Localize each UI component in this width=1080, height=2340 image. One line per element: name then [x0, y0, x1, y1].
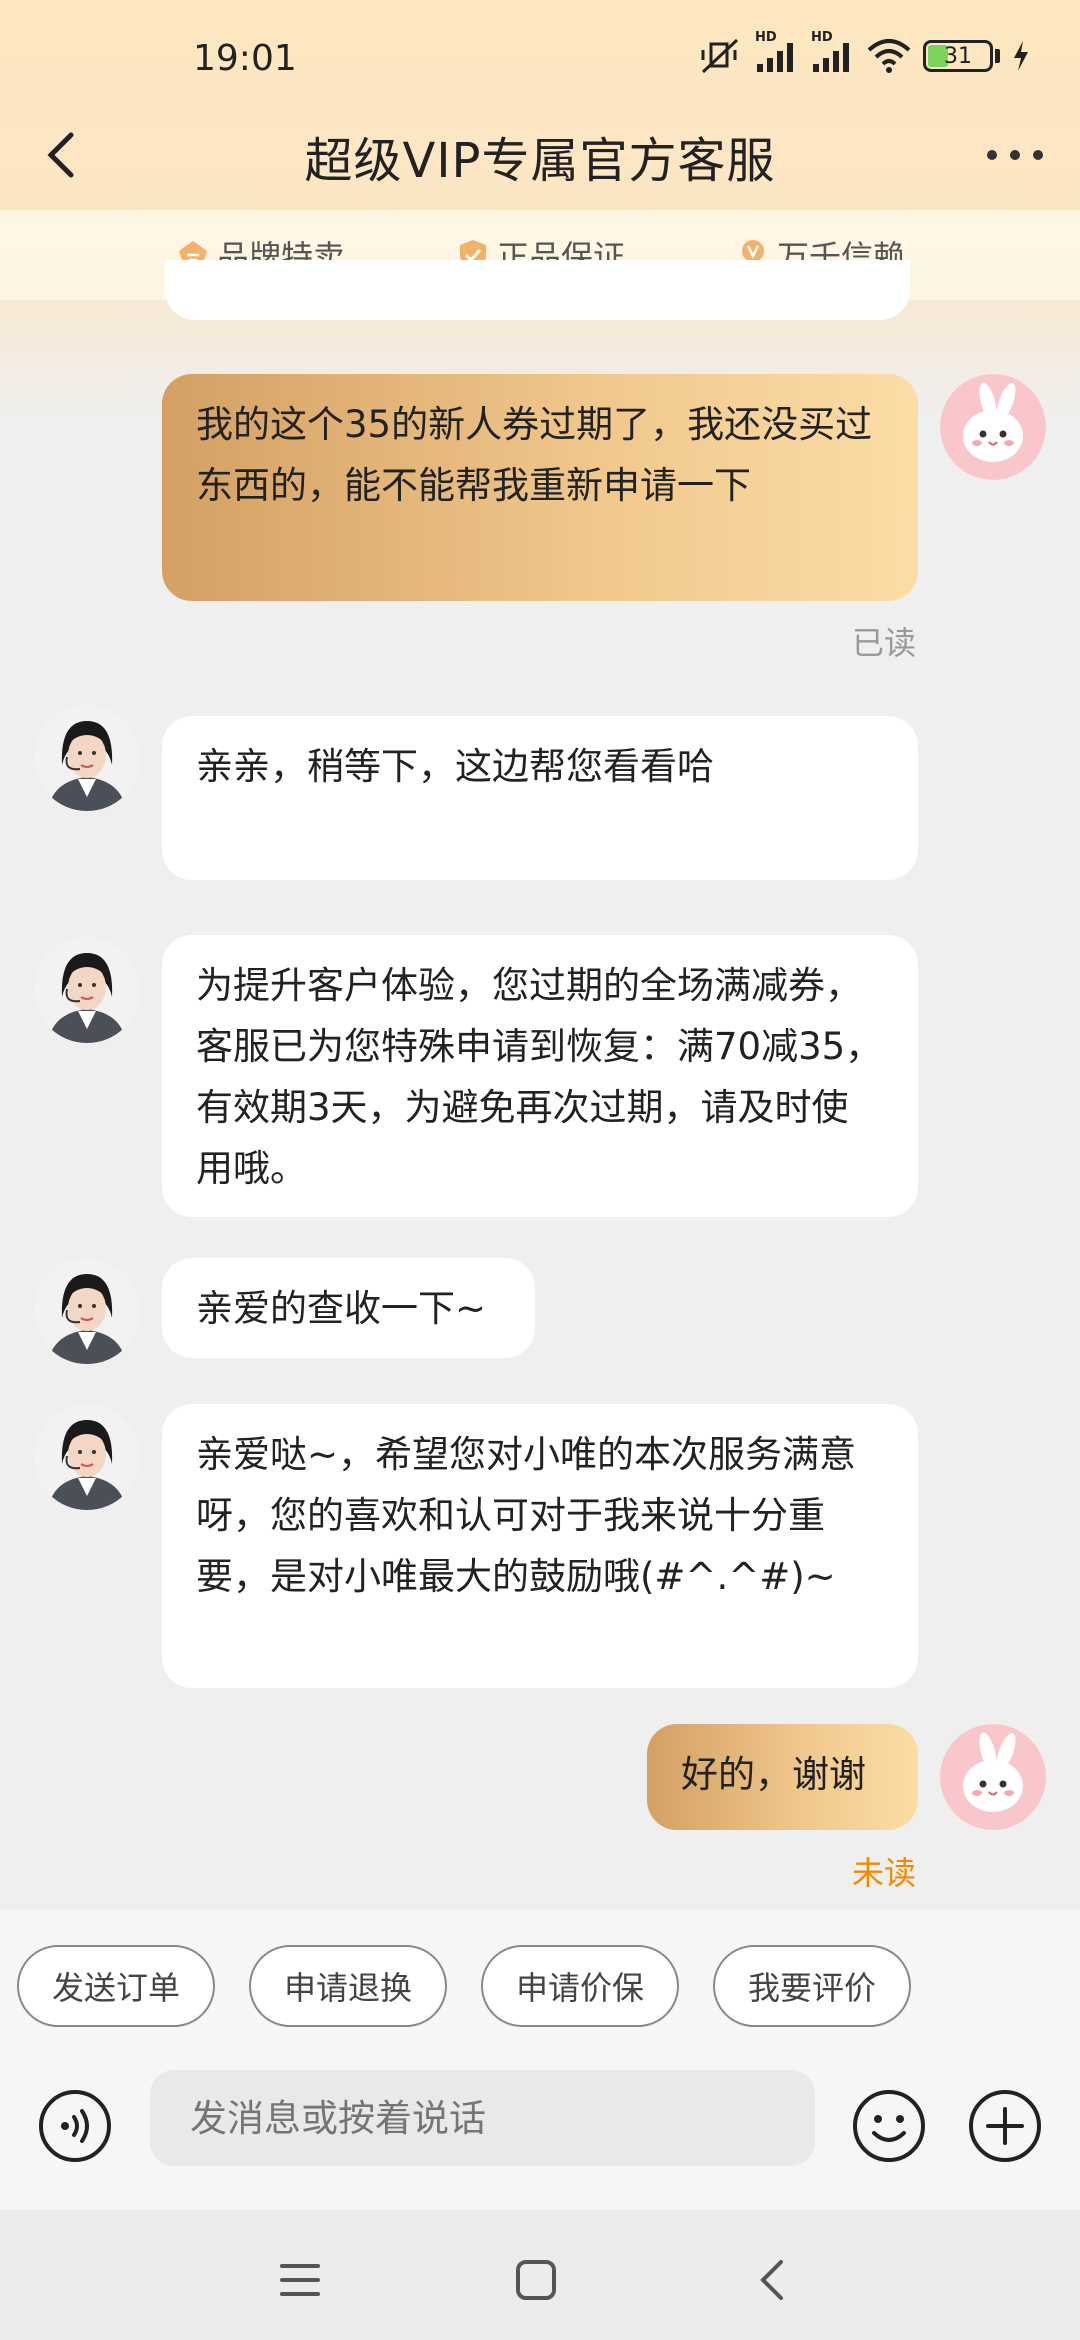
battery-tip — [995, 49, 1000, 63]
user-avatar[interactable] — [940, 1724, 1046, 1830]
unread-status: 未读 — [852, 1854, 917, 1892]
price-protection-button[interactable]: 申请价保 — [481, 1945, 679, 2027]
more-options-button[interactable] — [980, 125, 1050, 185]
agent-message-bubble[interactable]: 亲亲，稍等下，这边帮您看看哈 — [162, 716, 918, 880]
agent-message-bubble[interactable]: 为提升客户体验，您过期的全场满减券，客服已为您特殊申请到恢复：满70减35，有效… — [162, 935, 918, 1217]
apply-return-button[interactable]: 申请退换 — [249, 1945, 447, 2027]
voice-button[interactable] — [38, 2089, 112, 2163]
agent-avatar[interactable] — [34, 937, 140, 1043]
rate-service-button[interactable]: 我要评价 — [713, 1945, 911, 2027]
more-dots-icon — [987, 150, 1043, 160]
send-order-button[interactable]: 发送订单 — [17, 1945, 215, 2027]
smiley-icon — [853, 2090, 925, 2162]
previous-message-bubble — [165, 260, 910, 320]
message-input-bar — [0, 2060, 1080, 2210]
voice-icon — [39, 2090, 111, 2162]
bunny-avatar-icon — [940, 1724, 1046, 1830]
agent-avatar-icon — [34, 705, 140, 811]
home-square-icon — [516, 2260, 556, 2300]
signal-1-icon: HD — [755, 30, 799, 74]
system-back-button[interactable] — [742, 2250, 802, 2310]
agent-avatar-icon — [34, 1258, 140, 1364]
more-plus-button[interactable] — [968, 2089, 1042, 2163]
signal-1-label: HD — [755, 30, 777, 45]
agent-message-bubble[interactable]: 亲爱哒~，希望您对小唯的本次服务满意呀，您的喜欢和认可对于我来说十分重要，是对小… — [162, 1404, 918, 1688]
wifi-icon — [867, 38, 911, 74]
agent-avatar-icon — [34, 1404, 140, 1510]
agent-avatar[interactable] — [34, 705, 140, 811]
status-bar: 19:01 HD HD 31 — [0, 0, 1080, 120]
my-message-bubble[interactable]: 好的，谢谢 — [647, 1724, 918, 1830]
agent-avatar[interactable] — [34, 1404, 140, 1510]
chat-area[interactable]: 我的这个35的新人券过期了，我还没买过东西的，能不能帮我重新申请一下 已读 亲亲… — [0, 260, 1080, 1910]
menu-button[interactable] — [270, 2250, 330, 2310]
battery-icon: 31 — [923, 40, 993, 72]
quick-actions-bar: 发送订单 申请退换 申请价保 我要评价 — [0, 1910, 1080, 2060]
agent-avatar[interactable] — [34, 1258, 140, 1364]
menu-icon — [280, 2264, 320, 2296]
status-time: 19:01 — [193, 38, 297, 79]
message-input[interactable] — [150, 2070, 815, 2166]
back-arrow-icon — [760, 2260, 783, 2300]
signal-2-icon: HD — [811, 30, 855, 74]
mute-vibrate-icon — [697, 36, 743, 76]
my-message-bubble[interactable]: 我的这个35的新人券过期了，我还没买过东西的，能不能帮我重新申请一下 — [162, 374, 918, 601]
emoji-button[interactable] — [852, 2089, 926, 2163]
page-title: 超级VIP专属官方客服 — [304, 133, 776, 189]
agent-message-bubble[interactable]: 亲爱的查收一下~ — [162, 1258, 535, 1358]
system-navigation-bar — [0, 2210, 1080, 2340]
user-avatar[interactable] — [940, 374, 1046, 480]
read-status: 已读 — [852, 624, 917, 662]
bunny-avatar-icon — [940, 374, 1046, 480]
home-button[interactable] — [506, 2250, 566, 2310]
app-navbar: 超级VIP专属官方客服 — [0, 105, 1080, 205]
agent-avatar-icon — [34, 937, 140, 1043]
signal-2-label: HD — [811, 30, 833, 45]
charging-icon — [1012, 41, 1030, 71]
plus-icon — [969, 2090, 1041, 2162]
battery-level: 31 — [944, 43, 972, 69]
